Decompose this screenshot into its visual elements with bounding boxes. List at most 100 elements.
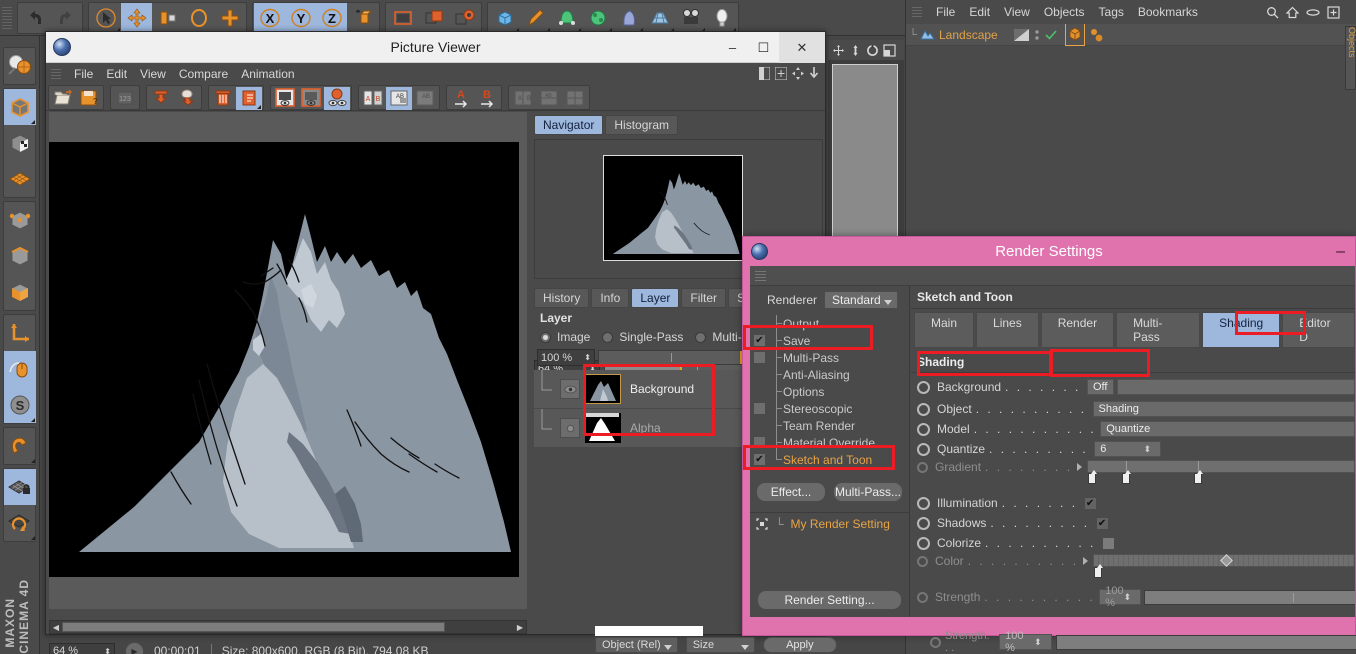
canvas-horizontal-scrollbar[interactable]: ◀ ▶: [49, 620, 527, 634]
visibility-dots-icon[interactable]: [1034, 28, 1040, 42]
render-settings-icon[interactable]: [449, 3, 480, 33]
toolbar-grip[interactable]: [2, 4, 12, 31]
layer-visibility-toggle[interactable]: [560, 379, 580, 399]
gradient-bar[interactable]: [1086, 460, 1355, 484]
rendered-image[interactable]: [49, 142, 519, 577]
points-mode-icon[interactable]: [4, 202, 36, 238]
om-menu-objects[interactable]: Objects: [1044, 5, 1085, 19]
home-icon[interactable]: [1286, 6, 1299, 19]
workplane-lock-icon[interactable]: [4, 469, 36, 505]
colorize-animate-knob[interactable]: [917, 536, 930, 550]
axis-y-icon[interactable]: Y: [285, 2, 316, 33]
material-tag-icon[interactable]: [1088, 27, 1104, 43]
quantize-animate-knob[interactable]: [917, 442, 930, 456]
gradient-knot-3[interactable]: [1193, 470, 1203, 484]
property-quantize[interactable]: Quantize . . . . . . . . . 6 ⬍: [911, 440, 1355, 458]
navigator-thumbnail[interactable]: [603, 155, 743, 261]
om-menu-bookmarks[interactable]: Bookmarks: [1138, 5, 1198, 19]
ab-grid-icon[interactable]: [562, 87, 588, 110]
enabled-check-icon[interactable]: [1045, 29, 1057, 41]
quantize-value-field[interactable]: 6 ⬍: [1094, 441, 1162, 457]
compare-ab-icon[interactable]: AB: [360, 87, 386, 110]
expand-icon[interactable]: [1327, 5, 1340, 19]
colorize-checkbox[interactable]: [1101, 536, 1115, 550]
background-value-button[interactable]: Off: [1086, 379, 1114, 395]
ab-diff-icon[interactable]: AB: [510, 87, 536, 110]
background-slot[interactable]: [1116, 379, 1355, 395]
pv-menu-animation[interactable]: Animation: [241, 67, 294, 81]
background-animate-knob[interactable]: [917, 380, 930, 394]
compare-ab-split-icon[interactable]: AB: [386, 86, 412, 110]
landscape-object-tag-icon[interactable]: [1067, 25, 1083, 41]
radio-image[interactable]: [540, 331, 551, 343]
tree-item-teamrender[interactable]: Team Render: [750, 417, 909, 434]
texture-mode-icon[interactable]: [4, 125, 36, 161]
bottom-strength-slider[interactable]: [1055, 634, 1356, 650]
scroll-thumb[interactable]: [62, 622, 445, 632]
deformer-icon[interactable]: [613, 3, 644, 33]
cube-primitive-icon[interactable]: [489, 3, 520, 33]
render-queue-icon[interactable]: 123: [112, 87, 138, 110]
gradient-animate-knob[interactable]: [917, 462, 928, 473]
color-expand-arrow[interactable]: [1082, 557, 1088, 565]
tree-item-antialiasing[interactable]: Anti-Aliasing: [750, 366, 909, 383]
axis-x-icon[interactable]: X: [254, 2, 285, 33]
gradient-knot-2[interactable]: [1121, 470, 1131, 484]
make-editable-icon[interactable]: [4, 48, 36, 84]
property-strength[interactable]: Strength . . . . . . . . . . 100 % ⬍: [911, 585, 1355, 609]
om-menu-view[interactable]: View: [1004, 5, 1030, 19]
bottom-strength-spinner[interactable]: ⬍: [1034, 637, 1046, 648]
model-value-field[interactable]: Quantize: [1100, 421, 1355, 437]
apply-button[interactable]: Apply: [763, 637, 837, 653]
tree-item-options[interactable]: Options: [750, 383, 909, 400]
split-layout-icon[interactable]: [759, 67, 770, 80]
render-view-icon[interactable]: [387, 3, 418, 33]
property-gradient[interactable]: Gradient . . . . . . . .: [911, 460, 1355, 484]
property-all-sketched-objects[interactable]: All Sketched Objects ✔: [911, 615, 1355, 617]
tree-item-multipass[interactable]: Multi-Pass: [750, 349, 909, 366]
ab-side-icon[interactable]: AB: [536, 87, 562, 110]
multipass-button[interactable]: Multi-Pass...: [833, 482, 903, 502]
tab-filter[interactable]: Filter: [681, 288, 727, 308]
color-bar[interactable]: [1092, 554, 1355, 578]
close-button[interactable]: ✕: [779, 32, 825, 63]
polygon-mode-icon[interactable]: [4, 274, 36, 310]
tree-checkbox-multipass[interactable]: [753, 351, 766, 364]
open-image-icon[interactable]: [50, 87, 76, 110]
show-b-icon[interactable]: [298, 87, 324, 110]
tab-multipass[interactable]: Multi-Pass: [1116, 312, 1201, 348]
render-region-icon[interactable]: [418, 3, 449, 33]
shadows-animate-knob[interactable]: [917, 516, 930, 530]
property-shadows[interactable]: Shadows . . . . . . . . . ✔: [911, 514, 1355, 532]
move-icon[interactable]: [121, 2, 152, 33]
picture-viewer-titlebar[interactable]: Picture Viewer – ☐ ✕: [46, 32, 825, 63]
quantize-spinner[interactable]: ⬍: [1144, 444, 1156, 455]
strength-animate-knob[interactable]: [917, 591, 928, 603]
tree-checkbox-save[interactable]: ✔: [753, 334, 766, 347]
add-icon[interactable]: [214, 3, 245, 33]
spline-pen-icon[interactable]: [520, 3, 551, 33]
property-object[interactable]: Object . . . . . . . . . . Shading: [911, 400, 1355, 418]
set-b-icon[interactable]: B: [474, 87, 500, 110]
world-object-axis-icon[interactable]: [347, 3, 378, 33]
eye-icon[interactable]: [1306, 6, 1320, 19]
pv-menu-view[interactable]: View: [140, 67, 166, 81]
object-manager-grip[interactable]: [912, 5, 922, 19]
property-model[interactable]: Model . . . . . . . . . . . Quantize: [911, 420, 1355, 438]
radio-multi-pass[interactable]: [695, 331, 707, 343]
maximize-button[interactable]: ☐: [748, 32, 779, 63]
tab-info[interactable]: Info: [591, 288, 630, 308]
bottom-strength-knob[interactable]: [930, 636, 941, 648]
tree-checkbox-stereoscopic[interactable]: [753, 402, 766, 415]
tree-item-materialoverride[interactable]: Material Override: [750, 434, 909, 451]
tab-navigator[interactable]: Navigator: [534, 115, 604, 135]
size-dropdown[interactable]: Size: [685, 637, 756, 653]
om-menu-tags[interactable]: Tags: [1099, 5, 1124, 19]
color-handle[interactable]: [1219, 554, 1233, 567]
tab-history[interactable]: History: [534, 288, 590, 308]
illumination-checkbox[interactable]: ✔: [1083, 496, 1097, 510]
redo-icon[interactable]: [50, 3, 81, 33]
tab-editor-display[interactable]: Editor D: [1282, 312, 1355, 348]
dock-down-icon[interactable]: [809, 67, 819, 80]
object-value-field[interactable]: Shading: [1092, 401, 1355, 417]
